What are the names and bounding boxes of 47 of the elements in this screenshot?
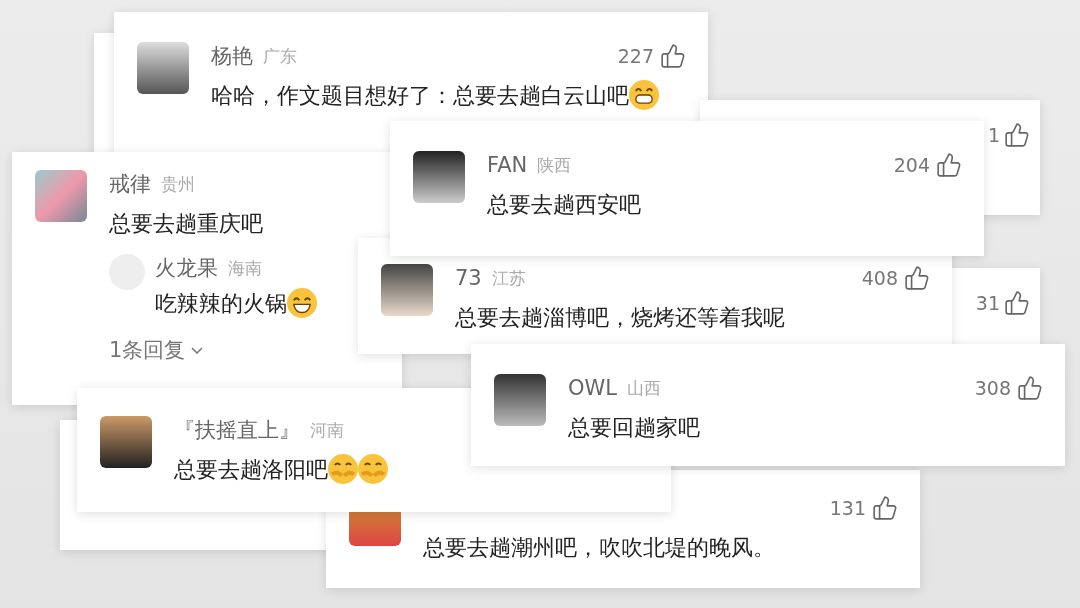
like-count: 1 (987, 124, 1000, 146)
comment-text: 总要去趟淄博吧，烧烤还等着我呢 (455, 304, 786, 332)
comment-text: 总要去趟重庆吧 (109, 210, 264, 238)
like-icon[interactable] (1004, 290, 1030, 316)
user-name: OWL (568, 376, 617, 400)
user-region: 陕西 (537, 153, 572, 177)
avatar-photo (35, 170, 87, 222)
avatar-photo (381, 264, 433, 316)
replies-link[interactable]: 1条回复 (109, 336, 204, 364)
like-count: 227 (617, 45, 654, 67)
like-icon[interactable] (936, 152, 962, 178)
like-icon[interactable] (1017, 375, 1043, 401)
user-region: 海南 (228, 256, 262, 280)
comment-text: 总要去趟洛阳吧 (174, 452, 624, 488)
avatar-photo (100, 416, 152, 468)
comment-text: 总要去趟潮州吧，吹吹北堤的晚风。 (423, 534, 776, 562)
user-name: 戒律 (109, 171, 151, 198)
like-icon[interactable] (660, 43, 686, 69)
like-count: 131 (829, 497, 866, 519)
user-region: 河南 (310, 418, 344, 442)
chevron-down-icon (191, 346, 204, 354)
like-count: 408 (861, 267, 898, 289)
user-region: 江苏 (491, 266, 526, 290)
comment-text: 总要回趟家吧 (568, 414, 701, 442)
emoji-icon (287, 288, 317, 318)
user-region: 贵州 (161, 172, 195, 196)
comment-text: 总要去趟西安吧 (487, 191, 642, 219)
user-region: 山西 (627, 376, 661, 400)
emoji-icon (328, 454, 358, 484)
comment-text: 哈哈，作文题目想好了：总要去趟白云山吧 (211, 78, 661, 114)
like-count: 204 (893, 154, 930, 176)
user-region: 广东 (263, 44, 297, 68)
user-name: 73 (455, 266, 482, 290)
like-icon[interactable] (1004, 122, 1030, 148)
avatar-photo (494, 374, 546, 426)
user-name: FAN (487, 153, 528, 177)
user-name: 『扶摇直上』 (174, 417, 300, 444)
avatar-photo (413, 151, 465, 203)
like-icon[interactable] (872, 495, 898, 521)
user-name: 杨艳 (211, 43, 253, 70)
emoji-icon (629, 80, 659, 110)
user-name: 火龙果 (155, 255, 218, 282)
like-count: 308 (974, 377, 1011, 399)
like-icon[interactable] (904, 265, 930, 291)
avatar-photo (137, 42, 189, 94)
like-count: 31 (975, 292, 1000, 314)
emoji-icon (358, 454, 388, 484)
